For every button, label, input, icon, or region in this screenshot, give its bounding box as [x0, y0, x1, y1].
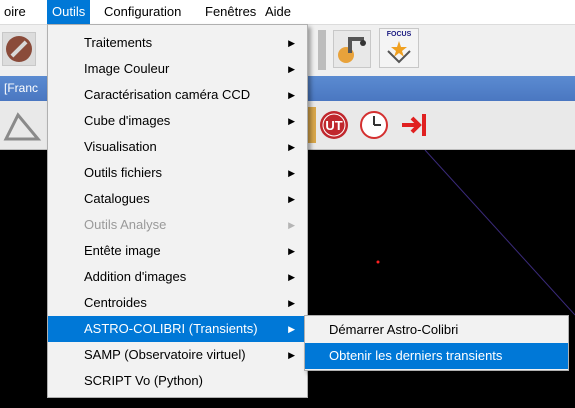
clock-icon[interactable]	[358, 109, 390, 141]
menu-item-outils-fichiers[interactable]: Outils fichiers ▶	[48, 160, 307, 186]
menu-item-label: Centroides	[84, 295, 147, 310]
menu-item-label: Addition d'images	[84, 269, 187, 284]
menu-item-label: Outils fichiers	[84, 165, 163, 180]
menu-item-label: Entête image	[84, 243, 161, 258]
submenu-arrow-icon: ▶	[288, 168, 295, 178]
menu-configuration[interactable]: Configuration	[101, 0, 184, 24]
red-dot	[376, 260, 380, 264]
menu-item-catalogues[interactable]: Catalogues ▶	[48, 186, 307, 212]
menu-aide[interactable]: Aide	[262, 0, 294, 24]
submenu-arrow-icon: ▶	[288, 298, 295, 308]
outils-dropdown: Traitements ▶ Image Couleur ▶ Caractérisat…	[47, 24, 308, 398]
menu-item-label: SCRIPT Vo (Python)	[84, 373, 203, 388]
ut-globe-icon[interactable]: UT	[318, 109, 350, 141]
menu-item-label: Outils Analyse	[84, 217, 167, 232]
menu-fenetres[interactable]: Fenêtres	[202, 0, 259, 24]
menu-item-centroides[interactable]: Centroides ▶	[48, 290, 307, 316]
menu-histoire[interactable]: oire	[0, 0, 30, 24]
menu-item-label: Visualisation	[84, 139, 157, 154]
menu-item-label: Traitements	[84, 35, 153, 50]
submenu-arrow-icon: ▶	[288, 194, 295, 204]
menu-item-script-vo[interactable]: SCRIPT Vo (Python)	[48, 368, 307, 394]
submenu-arrow-icon: ▶	[288, 246, 295, 256]
menu-item-label: SAMP (Observatoire virtuel)	[84, 347, 246, 362]
menu-item-outils-analyse: Outils Analyse ▶	[48, 212, 307, 238]
submenu-arrow-icon: ▶	[288, 116, 295, 126]
menu-item-cube-images[interactable]: Cube d'images ▶	[48, 108, 307, 134]
submenu-arrow-icon: ▶	[288, 38, 295, 48]
menu-item-image-couleur[interactable]: Image Couleur ▶	[48, 56, 307, 82]
menu-item-addition-images[interactable]: Addition d'images ▶	[48, 264, 307, 290]
menu-item-caracterisation-ccd[interactable]: Caractérisation caméra CCD ▶	[48, 82, 307, 108]
submenu-item-label: Obtenir les derniers transients	[329, 348, 503, 363]
submenu-arrow-icon: ▶	[288, 220, 295, 230]
astro-colibri-submenu: Démarrer Astro-Colibri Obtenir les derni…	[304, 315, 569, 371]
submenu-arrow-icon: ▶	[288, 64, 295, 74]
menu-item-entete-image[interactable]: Entête image ▶	[48, 238, 307, 264]
menu-outils[interactable]: Outils	[47, 0, 91, 24]
triangle-tool-icon[interactable]	[2, 109, 42, 143]
menu-item-label: Catalogues	[84, 191, 150, 206]
toolbar-separator	[318, 30, 326, 70]
menu-item-astro-colibri[interactable]: ASTRO-COLIBRI (Transients) ▶	[48, 316, 307, 342]
focus-star-icon[interactable]: FOCUS	[379, 28, 419, 68]
menu-item-label: Cube d'images	[84, 113, 171, 128]
submenu-arrow-icon: ▶	[288, 90, 295, 100]
arrow-to-line-icon[interactable]	[398, 109, 430, 141]
submenu-item-demarrer[interactable]: Démarrer Astro-Colibri	[305, 317, 568, 343]
menu-item-samp[interactable]: SAMP (Observatoire virtuel) ▶	[48, 342, 307, 368]
menu-item-traitements[interactable]: Traitements ▶	[48, 30, 307, 56]
submenu-arrow-icon: ▶	[288, 142, 295, 152]
robot-arm-icon[interactable]	[333, 30, 371, 68]
menu-item-visualisation[interactable]: Visualisation ▶	[48, 134, 307, 160]
menu-item-label: Image Couleur	[84, 61, 170, 76]
submenu-arrow-icon: ▶	[288, 350, 295, 360]
submenu-item-obtenir-transients[interactable]: Obtenir les derniers transients	[305, 343, 568, 369]
focus-label: FOCUS	[386, 31, 412, 38]
submenu-arrow-icon: ▶	[288, 324, 295, 334]
diagonal-line	[424, 149, 575, 316]
menu-item-label: ASTRO-COLIBRI (Transients)	[84, 321, 258, 336]
window-title: [Franc	[4, 81, 39, 95]
menu-item-label: Caractérisation caméra CCD	[84, 87, 251, 102]
menu-bar: oire Outils Configuration Fenêtres Aide	[0, 0, 575, 25]
ut-label: UT	[325, 118, 342, 133]
wrench-icon[interactable]	[2, 32, 36, 66]
submenu-item-label: Démarrer Astro-Colibri	[329, 322, 459, 337]
submenu-arrow-icon: ▶	[288, 272, 295, 282]
